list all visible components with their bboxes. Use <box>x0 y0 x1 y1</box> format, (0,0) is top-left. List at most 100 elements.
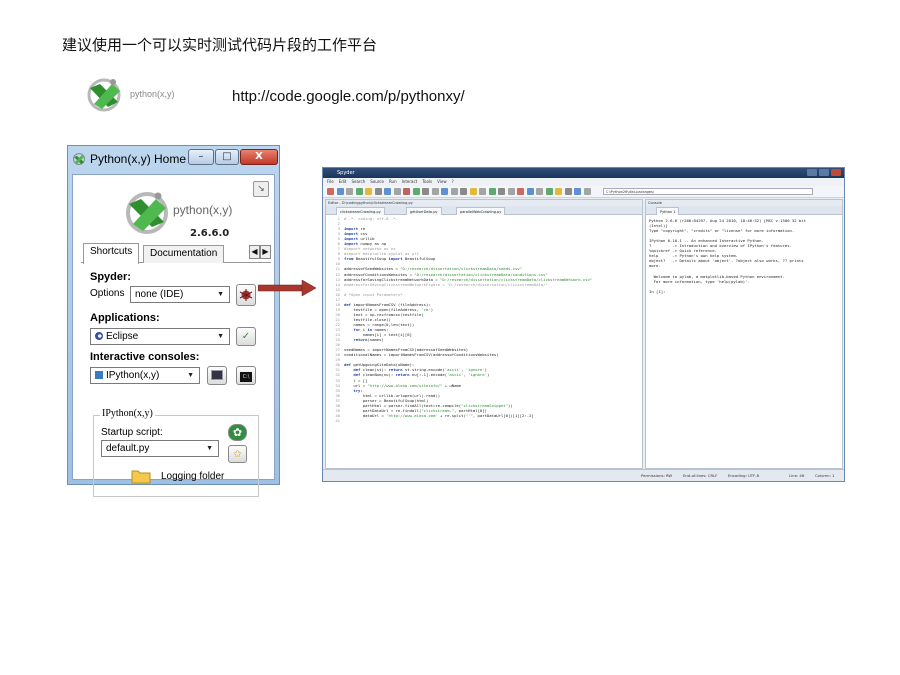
editor-tabs: clickstreamCrawling.py getUserData.py pa… <box>326 206 642 215</box>
menu-item[interactable]: Edit <box>339 179 347 184</box>
console-tabs: Python 1 <box>646 206 842 215</box>
console-line: In [1]: <box>649 288 666 294</box>
toolbar-button-icon[interactable] <box>574 188 581 195</box>
toolbar-button-icon[interactable] <box>431 188 439 195</box>
add-script-button[interactable]: ✿ <box>228 424 247 441</box>
minimize-button[interactable] <box>807 169 817 176</box>
toolbar-button-icon[interactable] <box>403 188 410 195</box>
pythonxy-home-window: Python(x,y) Home – □ X ↘ python(x,y) 2.6… <box>67 145 280 497</box>
gear-icon: ✿ <box>232 426 243 439</box>
spyder-title: Spyder <box>337 170 355 176</box>
pythonxy-logo-icon <box>126 192 168 234</box>
toolbar-button-icon[interactable] <box>365 188 372 195</box>
status-bar: Permissions: RW End-of-lines: CRLF Encod… <box>323 469 844 481</box>
toolbar-button-icon[interactable] <box>450 188 458 195</box>
spyder-window: Spyder File Edit Search Source Run Interact To… <box>322 167 845 482</box>
cmd-launch-button[interactable]: C:\ <box>236 366 256 385</box>
options-select-value: none (IDE) <box>135 289 184 300</box>
status-eol: End-of-lines: CRLF <box>683 473 718 478</box>
toolbar-button-icon[interactable] <box>412 188 420 195</box>
spyder-titlebar: Spyder <box>323 168 844 178</box>
toolbar-button-icon[interactable] <box>384 188 391 195</box>
editor-tab[interactable]: clickstreamCrawling.py <box>336 207 385 215</box>
logging-folder-label[interactable]: Logging folder <box>161 471 224 482</box>
project-url[interactable]: http://code.google.com/p/pythonxy/ <box>232 88 465 105</box>
code-editor[interactable]: 1 # -*- coding: utf-8 -*- 2 3 import re 4 impo… <box>326 216 642 468</box>
spyder-launch-button[interactable] <box>236 284 256 306</box>
spyder-menubar: File Edit Search Source Run Interact Tools View… <box>323 178 844 186</box>
spyder-window-controls <box>807 169 841 176</box>
page-heading: 建议使用一个可以实时测试代码片段的工作平台 <box>62 36 378 54</box>
tab-shortcuts[interactable]: Shortcuts <box>83 243 140 264</box>
terminal-icon <box>211 370 223 380</box>
toolbar-button-icon[interactable] <box>555 188 562 195</box>
options-select[interactable]: none (IDE) ▼ <box>130 286 230 303</box>
tab-documentation[interactable]: Documentation <box>143 245 225 263</box>
console-tab[interactable]: Python 1 <box>656 207 680 215</box>
chevron-left-icon[interactable]: ◀ <box>249 245 260 259</box>
toolbar-button-icon[interactable] <box>536 188 543 195</box>
toolbar-button-icon[interactable] <box>469 188 477 195</box>
toolbar-button-icon[interactable] <box>507 188 515 195</box>
editor-tab[interactable]: parallelWebCrawling.py <box>456 207 506 215</box>
toolbar-button-icon[interactable] <box>374 188 382 195</box>
pin-icon[interactable]: ↘ <box>253 181 269 197</box>
menu-item[interactable]: Search <box>351 179 365 184</box>
toolbar-button-icon[interactable] <box>346 188 353 195</box>
favorite-script-button[interactable]: ✩ <box>228 445 247 463</box>
toolbar-button-icon[interactable] <box>393 188 401 195</box>
toolbar-button-icon[interactable] <box>441 188 448 195</box>
menu-item[interactable]: Tools <box>422 179 432 184</box>
editor-pane: Editor - D:\codingpython\clickstreamCraw… <box>325 199 643 469</box>
toolbar-button-icon[interactable] <box>479 188 486 195</box>
chevron-right-icon[interactable]: ▶ <box>260 245 271 259</box>
spider-icon <box>239 289 253 301</box>
toolbar-button-icon[interactable] <box>460 188 467 195</box>
consoles-label: Interactive consoles: <box>90 351 200 363</box>
folder-icon[interactable] <box>131 468 151 484</box>
minimize-button[interactable]: – <box>188 149 214 165</box>
console-pane: Console Python 1 Python 2.6.6 (r266:8429… <box>645 199 843 469</box>
console-launch-button[interactable] <box>207 366 227 385</box>
applications-select[interactable]: Eclipse ▼ <box>90 328 230 345</box>
startup-script-value: default.py <box>106 443 150 454</box>
status-permissions: Permissions: RW <box>641 473 673 478</box>
toolbar-button-icon[interactable] <box>517 188 524 195</box>
toolbar-button-icon[interactable] <box>327 188 334 195</box>
close-button[interactable] <box>831 169 841 176</box>
consoles-select-value: IPython(x,y) <box>106 370 160 381</box>
menu-item[interactable]: View <box>437 179 447 184</box>
menu-item[interactable]: Interact <box>402 179 418 184</box>
toolbar-button-icon[interactable] <box>488 188 496 195</box>
chevron-down-icon: ▼ <box>217 333 224 340</box>
arrow-icon <box>258 279 316 297</box>
consoles-select[interactable]: IPython(x,y) ▼ <box>90 367 200 384</box>
toolbar-button-icon[interactable] <box>583 188 591 195</box>
logo-text: python(x,y) <box>130 89 175 99</box>
toolbar-button-icon[interactable] <box>526 188 534 195</box>
code-line: 41 <box>335 417 340 423</box>
toolbar-button-icon[interactable] <box>422 188 429 195</box>
toolbar-button-icon[interactable] <box>498 188 505 195</box>
applications-select-value: Eclipse <box>106 331 139 342</box>
editor-tab[interactable]: getUserData.py <box>406 207 442 215</box>
menu-item[interactable]: Source <box>370 179 384 184</box>
toolbar-button-icon[interactable] <box>355 188 363 195</box>
tab-bar: Shortcuts Documentation ◀ ▶ <box>81 243 271 264</box>
startup-script-select[interactable]: default.py ▼ <box>101 440 219 457</box>
working-directory-input[interactable]: C:\Python26\dist-packages\ <box>603 188 813 195</box>
menu-item[interactable]: Run <box>389 179 397 184</box>
maximize-button[interactable]: □ <box>215 149 239 165</box>
toolbar-button-icon[interactable] <box>545 188 553 195</box>
star-icon: ✩ <box>233 449 242 460</box>
applications-launch-button[interactable]: ✓ <box>236 327 256 346</box>
applications-label: Applications: <box>90 312 160 324</box>
menu-item[interactable]: ? <box>452 179 454 184</box>
console-output[interactable]: Python 2.6.6 (r266:84297, Aug 24 2010, 1… <box>649 218 841 294</box>
version-label: 2.6.6.0 <box>190 228 230 239</box>
toolbar-button-icon[interactable] <box>564 188 572 195</box>
close-button[interactable]: X <box>240 149 278 165</box>
menu-item[interactable]: File <box>327 179 334 184</box>
maximize-button[interactable] <box>819 169 829 176</box>
toolbar-button-icon[interactable] <box>336 188 344 195</box>
